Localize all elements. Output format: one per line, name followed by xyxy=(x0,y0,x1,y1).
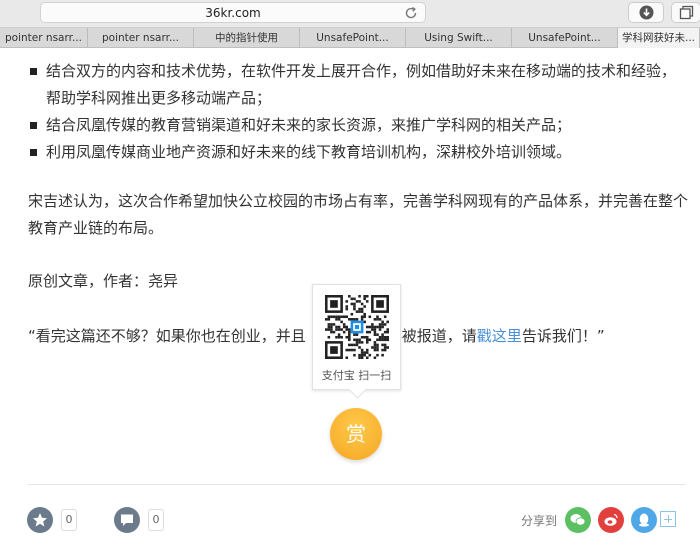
share-qq-button[interactable] xyxy=(631,507,657,533)
comment-count: 0 xyxy=(148,509,164,531)
like-count: 0 xyxy=(61,509,77,531)
tab-6[interactable]: 学科网获好未... xyxy=(618,28,700,48)
share-wechat-button[interactable] xyxy=(565,507,591,533)
tabs-icon xyxy=(679,5,694,20)
quote-text: “看完这篇还不够？如果你也在创业，并且 xyxy=(28,327,306,345)
comment-icon xyxy=(121,514,133,526)
browser-toolbar: 36kr.com xyxy=(0,0,700,28)
tab-2[interactable]: 中的指针使用 xyxy=(194,28,300,48)
star-icon xyxy=(33,513,47,527)
tab-4[interactable]: Using Swift... xyxy=(406,28,512,48)
tab-0[interactable]: pointer nsarr... xyxy=(0,28,88,48)
download-icon xyxy=(639,5,654,20)
bullet-item: 利用凤凰传媒商业地产资源和好未来的线下教育培训机构，深耕校外培训领域。 xyxy=(28,139,688,166)
qr-caption: 支付宝 扫一扫 xyxy=(321,369,392,382)
bullet-item: 结合凤凰传媒的教育营销渠道和好未来的家长资源，来推广学科网的相关产品； xyxy=(28,112,688,139)
tab-3[interactable]: UnsafePoint... xyxy=(300,28,406,48)
qq-icon xyxy=(639,513,649,527)
bullet-list: 结合双方的内容和技术优势，在软件开发上展开合作，例如借助好未来在移动端的技术和经… xyxy=(28,58,688,166)
wechat-icon xyxy=(570,514,586,526)
like-button[interactable] xyxy=(27,507,53,533)
tab-strip: pointer nsarr... pointer nsarr... 中的指针使用 Un… xyxy=(0,28,700,48)
share-more-icon[interactable] xyxy=(660,511,676,527)
qr-popup: 支付宝 扫一扫 xyxy=(312,284,401,390)
divider xyxy=(28,484,686,485)
share-weibo-button[interactable] xyxy=(598,507,624,533)
downloads-button[interactable] xyxy=(628,2,664,23)
tabs-overview-button[interactable] xyxy=(671,2,700,23)
url-text: 36kr.com xyxy=(205,6,261,20)
report-link[interactable]: 戳这里 xyxy=(477,327,522,345)
quote-text: 告诉我们！” xyxy=(521,327,605,345)
bullet-item: 结合双方的内容和技术优势，在软件开发上展开合作，例如借助好未来在移动端的技术和经… xyxy=(28,58,688,112)
address-bar[interactable]: 36kr.com xyxy=(40,2,426,23)
share-label: 分享到 xyxy=(521,514,558,528)
tab-5[interactable]: UnsafePoint... xyxy=(512,28,618,48)
qr-code xyxy=(325,295,389,359)
paragraph-summary: 宋吉述认为，这次合作希望加快公立校园的市场占有率，完善学科网现有的产品体系，并完… xyxy=(28,192,689,237)
tab-1[interactable]: pointer nsarr... xyxy=(88,28,194,48)
reload-icon[interactable] xyxy=(403,5,419,21)
reward-button[interactable]: 赏 xyxy=(330,408,382,460)
comment-button[interactable] xyxy=(114,507,140,533)
article-content: 结合双方的内容和技术优势，在软件开发上展开合作，例如借助好未来在移动端的技术和经… xyxy=(0,48,700,556)
weibo-icon xyxy=(604,513,618,526)
